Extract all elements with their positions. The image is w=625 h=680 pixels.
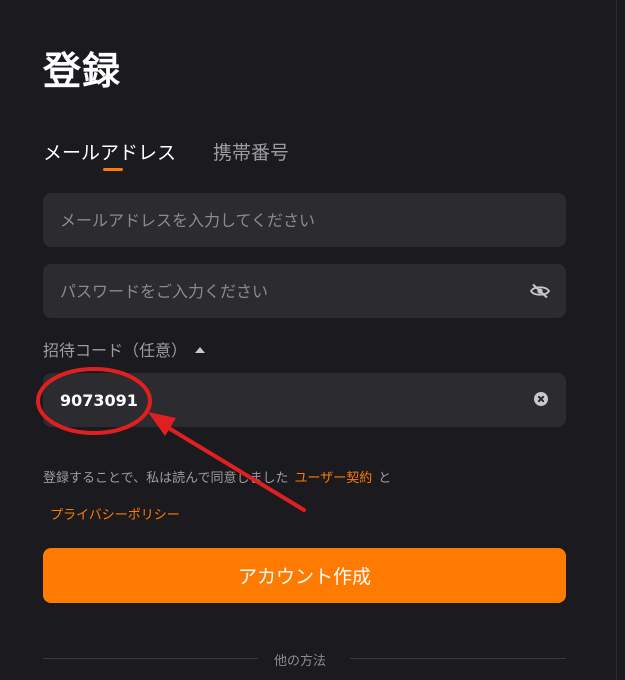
register-page: 登録 メールアドレス 携帯番号 招待コード（任意） 登録することで、私は読んで同… xyxy=(0,0,625,680)
email-input[interactable] xyxy=(43,193,566,247)
tab-phone[interactable]: 携帯番号 xyxy=(213,138,289,165)
divider-line-left xyxy=(43,658,258,659)
password-input[interactable] xyxy=(43,264,566,318)
page-title: 登録 xyxy=(43,49,122,93)
agreement-and: と xyxy=(378,471,392,486)
scroll-edge xyxy=(616,0,617,680)
password-field-container xyxy=(43,264,566,318)
invite-code-toggle[interactable]: 招待コード（任意） xyxy=(43,337,206,361)
agreement-text: 登録することで、私は読んで同意しました ユーザー契約と xyxy=(43,467,391,486)
invite-field-container xyxy=(43,373,566,427)
caret-up-icon xyxy=(195,347,206,353)
active-tab-indicator xyxy=(103,168,123,171)
invite-code-label: 招待コード（任意） xyxy=(43,341,188,360)
invite-code-input[interactable] xyxy=(43,373,566,427)
privacy-link[interactable]: プライバシーポリシー xyxy=(50,504,180,523)
agreement-statement: 登録することで、私は読んで同意しました xyxy=(43,471,289,486)
other-methods-label: 他の方法 xyxy=(274,654,327,669)
eye-off-icon[interactable] xyxy=(529,283,551,299)
clear-circle-icon[interactable] xyxy=(534,392,548,406)
tab-email[interactable]: メールアドレス xyxy=(43,138,176,165)
email-field-container xyxy=(43,193,566,247)
divider-line-right xyxy=(350,658,566,659)
create-account-button[interactable]: アカウント作成 xyxy=(43,548,566,603)
auth-tabs: メールアドレス 携帯番号 xyxy=(43,138,443,178)
terms-link[interactable]: ユーザー契約 xyxy=(294,471,372,486)
